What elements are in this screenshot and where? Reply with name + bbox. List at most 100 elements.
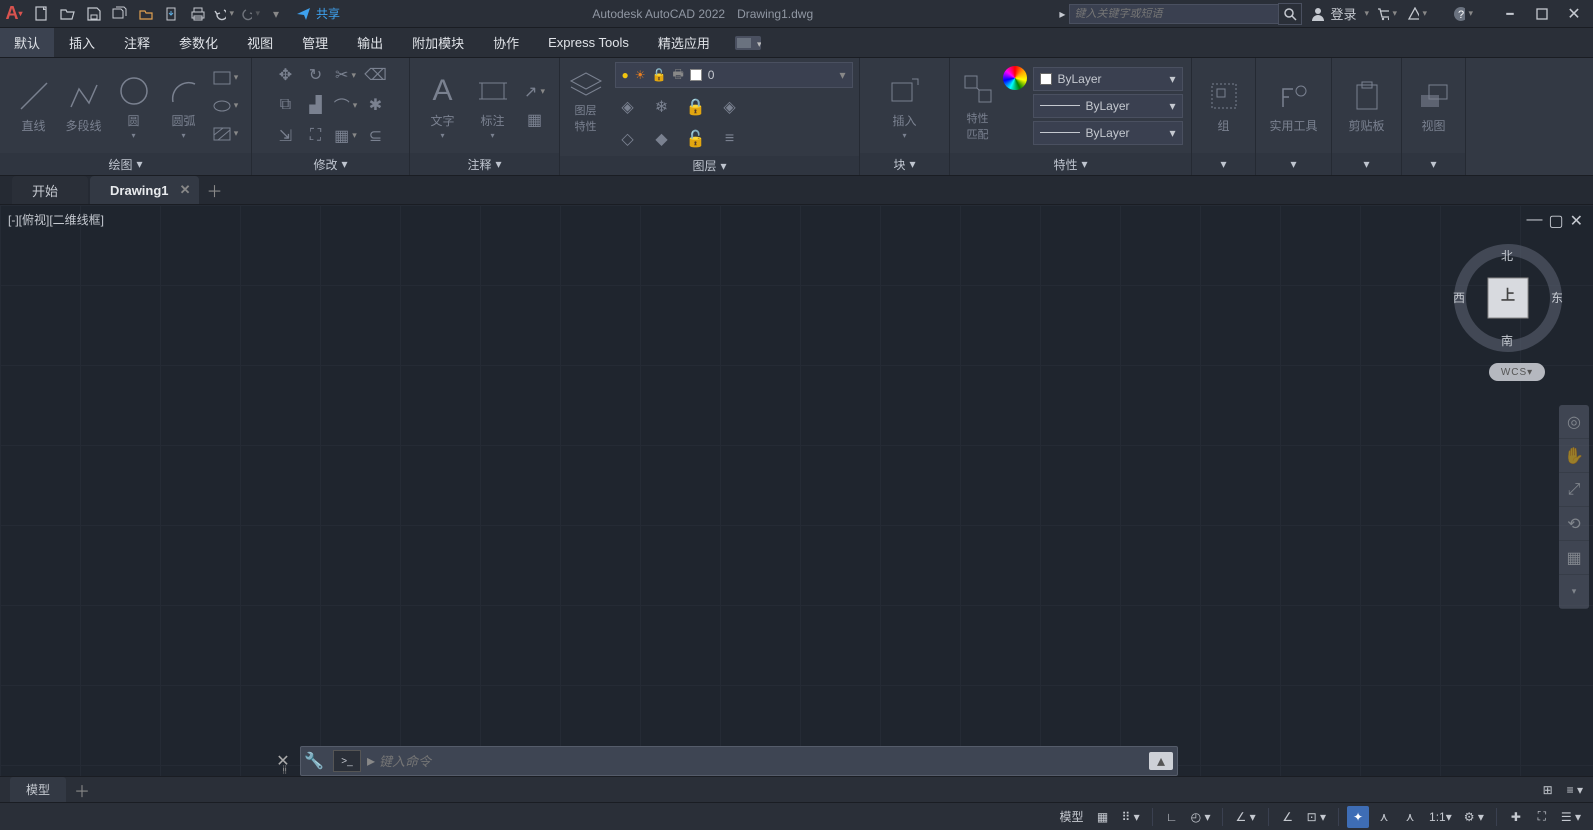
tab-drawing1[interactable]: Drawing1✕ (90, 176, 199, 204)
tab-addins[interactable]: 附加模块 (398, 28, 479, 57)
offset-icon[interactable]: ⊆ (363, 123, 389, 149)
cloud-save-icon[interactable] (162, 4, 182, 24)
array-icon[interactable]: ▦ (333, 123, 359, 149)
new-tab-icon[interactable]: ＋ (201, 176, 229, 204)
panel-props-title[interactable]: 特性 ▾ (950, 153, 1191, 175)
panel-draw-title[interactable]: 绘图 ▾ (0, 153, 251, 175)
copy-icon[interactable]: ⧉ (273, 92, 299, 118)
tab-parametric[interactable]: 参数化 (165, 28, 233, 57)
cloud-open-icon[interactable] (136, 4, 156, 24)
ribbon-toggle-icon[interactable]: ▾ (725, 28, 771, 57)
cube-north[interactable]: 北 (1501, 247, 1513, 264)
search-input[interactable] (1074, 8, 1274, 20)
open-icon[interactable] (58, 4, 78, 24)
arc-button[interactable]: 圆弧▾ (163, 72, 205, 140)
rotate-icon[interactable]: ↻ (303, 62, 329, 88)
orbit-icon[interactable]: ⟲ (1559, 507, 1589, 541)
status-otrack-icon[interactable]: ⊡ ▾ (1303, 806, 1330, 828)
dimension-button[interactable]: 标注▾ (472, 72, 514, 140)
match-props-button[interactable]: 特性 匹配 (959, 70, 997, 142)
share-button[interactable]: 共享 (290, 5, 346, 22)
layout-add-icon[interactable]: ＋ (70, 778, 94, 802)
wcs-badge[interactable]: WCS ▾ (1489, 363, 1545, 381)
status-ui-icon[interactable]: ⛶ (1531, 806, 1553, 828)
status-gear-icon[interactable]: ⚙ ▾ (1460, 806, 1488, 828)
status-scale[interactable]: 1:1 ▾ (1425, 806, 1456, 828)
status-tpy-icon[interactable]: ⋏ (1399, 806, 1421, 828)
status-snap-icon[interactable]: ⠿ ▾ (1118, 806, 1144, 828)
linetype-selector[interactable]: ByLayer▾ (1033, 121, 1183, 145)
status-custom-icon[interactable]: ☰ ▾ (1557, 806, 1585, 828)
status-grid-icon[interactable]: ▦ (1092, 806, 1114, 828)
tab-default[interactable]: 默认 (0, 28, 55, 57)
tab-annotate[interactable]: 注释 (110, 28, 165, 57)
panel-clip-expand[interactable]: ▾ (1332, 153, 1401, 175)
block-insert-button[interactable]: 插入▾ (884, 72, 926, 140)
tab-manage[interactable]: 管理 (288, 28, 343, 57)
minimize-icon[interactable]: ━ (1499, 4, 1521, 24)
panel-view-expand[interactable]: ▾ (1402, 153, 1465, 175)
explode-icon[interactable]: ✱ (363, 92, 389, 118)
circle-button[interactable]: 圆▾ (113, 72, 155, 140)
viewport-label[interactable]: [-][俯视][二维线框] (8, 211, 104, 228)
undo-icon[interactable] (214, 4, 234, 24)
panel-annotate-title[interactable]: 注释 ▾ (410, 153, 559, 175)
viewbase-button[interactable]: 视图 (1413, 77, 1455, 134)
new-icon[interactable] (32, 4, 52, 24)
layer-on-icon[interactable]: ◆ (649, 126, 675, 152)
cube-east[interactable]: 东 (1551, 289, 1563, 306)
trim-icon[interactable]: ✂ (333, 62, 359, 88)
search-icon[interactable] (1278, 3, 1302, 25)
cmd-history-icon[interactable]: ▴ (1149, 752, 1173, 770)
save-icon[interactable] (84, 4, 104, 24)
layer-props-button[interactable]: 图层 特性 (567, 62, 605, 134)
maximize-icon[interactable] (1531, 4, 1553, 24)
polyline-button[interactable]: 多段线 (63, 77, 105, 134)
rectangle-icon[interactable] (213, 65, 239, 91)
table-icon[interactable]: ▦ (522, 107, 548, 133)
group-button[interactable]: 组 (1203, 77, 1245, 134)
autodesk-app-icon[interactable] (1407, 4, 1427, 24)
drawing-canvas[interactable]: [-][俯视][二维线框] — ▢ ✕ 上 北 南 西 东 WCS ▾ ◎ ✋ … (0, 205, 1593, 776)
mirror-icon[interactable]: ▟ (303, 92, 329, 118)
redo-icon[interactable] (240, 4, 260, 24)
status-model[interactable]: 模型 (1055, 806, 1087, 828)
panel-block-title[interactable]: 块 ▾ (860, 153, 949, 175)
tab-start[interactable]: 开始 (12, 176, 88, 204)
layer-iso-icon[interactable]: ◈ (615, 94, 641, 120)
color-selector[interactable]: ByLayer▾ (1033, 67, 1183, 91)
tab-featured[interactable]: 精选应用 (644, 28, 725, 57)
cmd-settings-icon[interactable]: 🔧 (301, 751, 327, 771)
erase-icon[interactable]: ⌫ (363, 62, 389, 88)
utilities-button[interactable]: 实用工具 (1264, 77, 1323, 134)
text-button[interactable]: A文字▾ (422, 72, 464, 140)
status-lwt-icon[interactable]: ⋏ (1373, 806, 1395, 828)
layer-off-icon[interactable]: ◇ (615, 126, 641, 152)
layout-model-tab[interactable]: 模型 (10, 777, 66, 802)
search-arrow-icon[interactable]: ▸ (1059, 7, 1065, 21)
lineweight-selector[interactable]: ByLayer▾ (1033, 94, 1183, 118)
tab-output[interactable]: 输出 (343, 28, 398, 57)
full-nav-icon[interactable]: ◎ (1559, 405, 1589, 439)
navbar-more-icon[interactable]: ▾ (1559, 575, 1589, 609)
cube-top[interactable]: 上 (1501, 285, 1515, 305)
cube-south[interactable]: 南 (1501, 332, 1513, 349)
fillet-icon[interactable]: ⌒ (333, 92, 359, 118)
saveall-icon[interactable] (110, 4, 130, 24)
cmd-close-icon[interactable]: ✕ (273, 751, 293, 771)
status-osnap-icon[interactable]: ∠ (1277, 806, 1299, 828)
layer-unlock-icon[interactable]: 🔓 (683, 126, 709, 152)
layer-state-icon[interactable]: ≡ (717, 126, 743, 152)
vp-close-icon[interactable]: ✕ (1570, 211, 1583, 231)
cart-icon[interactable] (1377, 4, 1397, 24)
panel-group-expand[interactable]: ▾ (1192, 153, 1255, 175)
vp-maximize-icon[interactable]: ▢ (1548, 211, 1563, 231)
help-icon[interactable]: ? (1453, 4, 1473, 24)
pan-icon[interactable]: ✋ (1559, 439, 1589, 473)
qat-more-icon[interactable]: ▾ (266, 4, 286, 24)
leader-icon[interactable]: ↗ (522, 79, 548, 105)
color-wheel-icon[interactable] (1003, 66, 1027, 90)
layout-list-icon[interactable]: ≡ ▾ (1563, 779, 1587, 801)
layout-quickview-icon[interactable]: ⊞ (1537, 779, 1559, 801)
status-dyn-icon[interactable]: ✦ (1347, 806, 1369, 828)
